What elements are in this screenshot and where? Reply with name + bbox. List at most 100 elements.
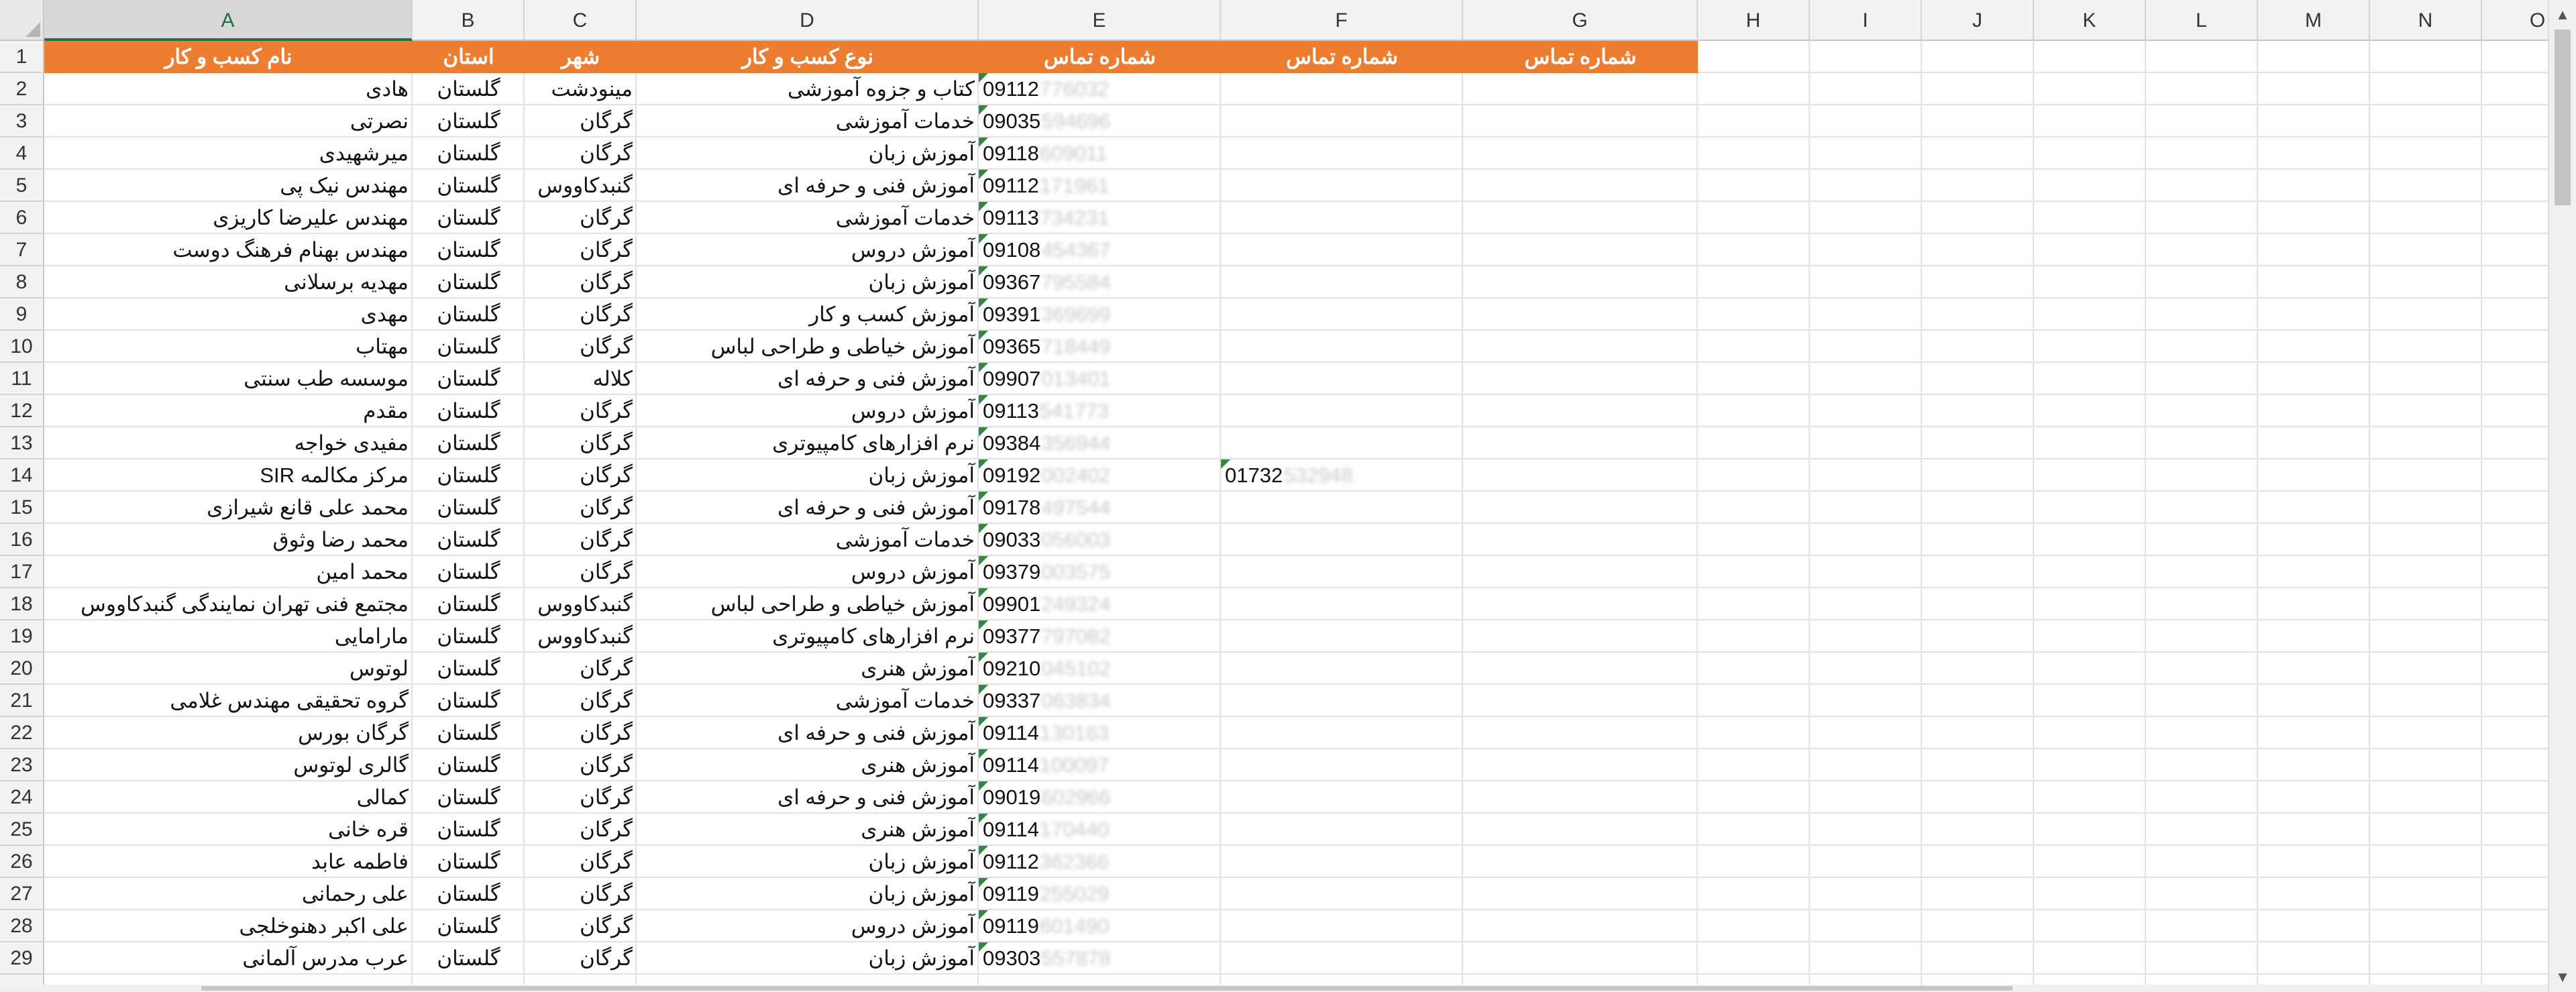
cell-business-name[interactable]: کمالی [44,781,413,814]
row-header[interactable]: 28 [0,910,44,942]
row-header[interactable]: 19 [0,620,44,653]
cell-business-type[interactable]: خدمات آموزشی [637,685,979,717]
cell-business-name[interactable]: مهندس علیرضا کاریزی [44,202,413,234]
cell-business-name[interactable]: مارامایی [44,620,413,653]
header-cell-business-type[interactable]: نوع کسب و کار [637,41,979,73]
cell-province[interactable]: گلستان [413,170,525,202]
cell-business-type[interactable]: آموزش دروس [637,556,979,588]
column-header-d[interactable]: D [637,0,979,41]
cell-city[interactable]: گرگان [525,395,637,427]
cell-province[interactable]: گلستان [413,910,525,942]
cell-city[interactable]: گنبدکاووس [525,170,637,202]
row-header[interactable]: 29 [0,942,44,975]
cell-business-name[interactable]: هادی [44,73,413,105]
row-header[interactable]: 16 [0,524,44,556]
row-header[interactable]: 18 [0,588,44,620]
cell-city[interactable]: گرگان [525,653,637,685]
cell-phone-2[interactable]: 01732532948 [1221,459,1463,492]
cell-business-name[interactable]: مرکز مکالمه SIR [44,459,413,492]
row-header[interactable]: 5 [0,170,44,202]
cell-city[interactable]: گرگان [525,298,637,331]
cell-province[interactable]: گلستان [413,717,525,749]
cell-city[interactable]: گرگان [525,266,637,298]
cell-business-name[interactable]: مقدم [44,395,413,427]
cell-business-type[interactable]: خدمات آموزشی [637,202,979,234]
cell-business-type[interactable]: آموزش دروس [637,234,979,266]
row-header[interactable]: 21 [0,685,44,717]
column-header-h[interactable]: H [1698,0,1810,41]
horizontal-scrollbar[interactable] [0,985,2548,992]
row-header[interactable]: 27 [0,878,44,910]
cell-business-name[interactable]: گالری لوتوس [44,749,413,781]
cell-business-name[interactable]: فاطمه عابد [44,846,413,878]
cell-province[interactable]: گلستان [413,685,525,717]
cell-business-type[interactable]: آموزش هنری [637,814,979,846]
column-header-j[interactable]: J [1922,0,2034,41]
column-header-c[interactable]: C [525,0,637,41]
cell-province[interactable]: گلستان [413,298,525,331]
cell-business-name[interactable]: مهدی [44,298,413,331]
cell-business-type[interactable]: آموزش دروس [637,910,979,942]
cell-province[interactable]: گلستان [413,556,525,588]
cell-phone[interactable]: 09192002402 [979,459,1221,492]
cell-phone[interactable]: 09113541773 [979,395,1221,427]
cell-province[interactable]: گلستان [413,878,525,910]
cell-phone[interactable]: 09901249324 [979,588,1221,620]
cell-business-name[interactable]: قره خانی [44,814,413,846]
cell-phone[interactable]: 09365718449 [979,331,1221,363]
cell-business-name[interactable]: محمد امین [44,556,413,588]
header-cell-phone-f[interactable]: شماره تماس [1221,41,1463,73]
cell-business-type[interactable]: آموزش زبان [637,459,979,492]
cell-city[interactable]: گرگان [525,105,637,137]
row-header[interactable]: 17 [0,556,44,588]
cell-business-name[interactable]: محمد علی قانع شیرازی [44,492,413,524]
cell-province[interactable]: گلستان [413,363,525,395]
cell-business-name[interactable]: موسسه طب سنتی [44,363,413,395]
cell-province[interactable]: گلستان [413,137,525,170]
cell-business-name[interactable]: علی اکبر دهنوخلجی [44,910,413,942]
cell-province[interactable]: گلستان [413,942,525,975]
cell-phone[interactable]: 09178497544 [979,492,1221,524]
cell-phone[interactable]: 09337063834 [979,685,1221,717]
cell-province[interactable]: گلستان [413,73,525,105]
cell-province[interactable]: گلستان [413,331,525,363]
cell-city[interactable]: گنبدکاووس [525,588,637,620]
cell-phone[interactable]: 09035594696 [979,105,1221,137]
row-header[interactable]: 20 [0,653,44,685]
cell-city[interactable]: گرگان [525,524,637,556]
row-header[interactable]: 2 [0,73,44,105]
cell-phone[interactable]: 09108454367 [979,234,1221,266]
row-header[interactable]: 25 [0,814,44,846]
cell-province[interactable]: گلستان [413,427,525,459]
cell-city[interactable]: گرگان [525,459,637,492]
select-all-corner[interactable] [0,0,44,41]
cell-business-name[interactable]: مهندس بهنام فرهنگ دوست [44,234,413,266]
vertical-scroll-thumb[interactable] [2555,30,2571,205]
cell-city[interactable]: مینودشت [525,73,637,105]
row-header[interactable]: 1 [0,41,44,73]
cell-business-type[interactable]: آموزش زبان [637,137,979,170]
cell-business-name[interactable]: عرب مدرس آلمانی [44,942,413,975]
cell-business-name[interactable]: مهندس نیک پی [44,170,413,202]
cell-phone[interactable]: 09379003575 [979,556,1221,588]
column-header-k[interactable]: K [2034,0,2146,41]
cell-business-type[interactable]: آموزش هنری [637,653,979,685]
row-header[interactable]: 3 [0,105,44,137]
cell-business-name[interactable]: گروه تحقیقی مهندس غلامی [44,685,413,717]
cell-phone[interactable]: 09384356944 [979,427,1221,459]
cell-business-type[interactable]: آموزش کسب و کار [637,298,979,331]
column-header-l[interactable]: L [2146,0,2258,41]
row-header[interactable]: 6 [0,202,44,234]
row-header[interactable]: 22 [0,717,44,749]
cell-province[interactable]: گلستان [413,234,525,266]
column-header-f[interactable]: F [1221,0,1463,41]
cell-phone[interactable]: 09114170440 [979,814,1221,846]
row-header[interactable]: 10 [0,331,44,363]
cell-business-type[interactable]: آموزش فنی و حرفه ای [637,170,979,202]
cell-city[interactable]: گرگان [525,814,637,846]
cell-city[interactable]: گرگان [525,910,637,942]
cell-business-type[interactable]: آموزش زبان [637,266,979,298]
cell-business-type[interactable]: آموزش دروس [637,395,979,427]
cell-province[interactable]: گلستان [413,588,525,620]
cell-phone[interactable]: 09377797082 [979,620,1221,653]
